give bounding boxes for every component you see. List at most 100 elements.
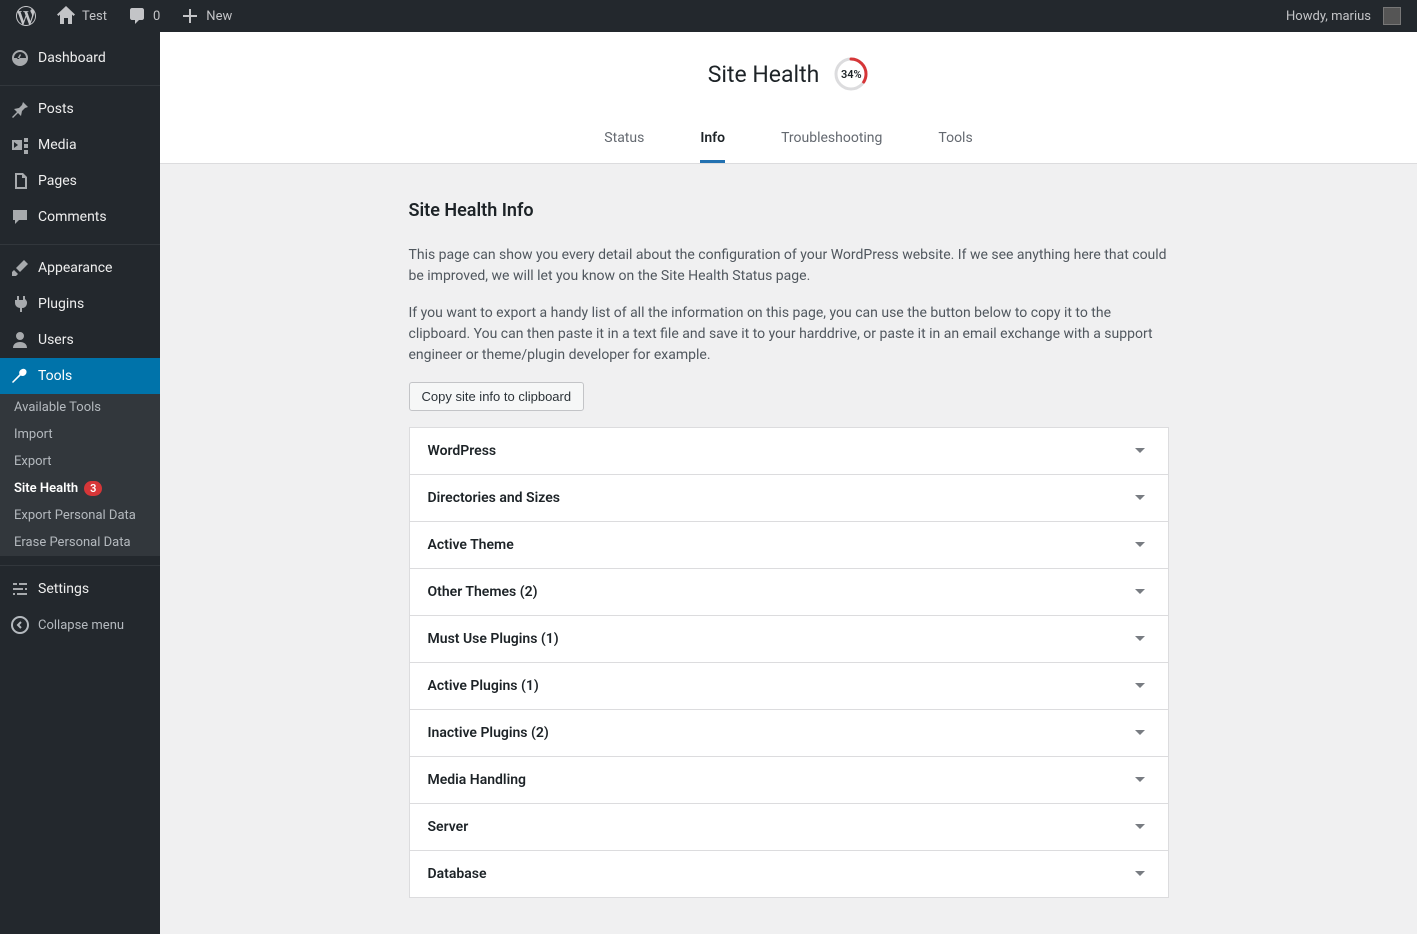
main-content: Site Health 34% Status Info Troubleshoot… — [160, 32, 1417, 934]
accordion-item[interactable]: Other Themes (2) — [410, 569, 1168, 616]
chevron-down-icon — [1130, 441, 1150, 461]
sidebar-item-users[interactable]: Users — [0, 322, 160, 358]
tabs: Status Info Troubleshooting Tools — [160, 120, 1417, 163]
dashboard-icon — [10, 48, 30, 68]
sidebar-label: Media — [38, 137, 77, 153]
chevron-down-icon — [1130, 535, 1150, 555]
tab-info[interactable]: Info — [700, 120, 725, 163]
accordion-title: Server — [428, 819, 469, 835]
chevron-down-icon — [1130, 582, 1150, 602]
submenu-export[interactable]: Export — [0, 448, 160, 475]
info-accordion: WordPress Directories and Sizes Active The… — [409, 427, 1169, 898]
sidebar-item-posts[interactable]: Posts — [0, 91, 160, 127]
site-name-link[interactable]: Test — [48, 0, 115, 32]
sidebar-label: Posts — [38, 101, 74, 117]
accordion-title: Other Themes (2) — [428, 584, 538, 600]
submenu-site-health[interactable]: Site Health 3 — [0, 475, 160, 502]
comment-icon — [10, 207, 30, 227]
sidebar-item-plugins[interactable]: Plugins — [0, 286, 160, 322]
toolbar-right: Howdy, marius — [1278, 0, 1409, 32]
brush-icon — [10, 258, 30, 278]
accordion-title: Inactive Plugins (2) — [428, 725, 549, 741]
progress-text: 34% — [833, 56, 869, 92]
new-label: New — [206, 9, 232, 24]
chevron-down-icon — [1130, 723, 1150, 743]
chevron-down-icon — [1130, 629, 1150, 649]
comments-count: 0 — [153, 9, 160, 24]
pin-icon — [10, 99, 30, 119]
accordion-item[interactable]: Active Plugins (1) — [410, 663, 1168, 710]
wordpress-icon — [16, 6, 36, 26]
accordion-title: Must Use Plugins (1) — [428, 631, 559, 647]
accordion-title: Media Handling — [428, 772, 527, 788]
sidebar-item-comments[interactable]: Comments — [0, 199, 160, 235]
chevron-down-icon — [1130, 488, 1150, 508]
separator — [0, 561, 160, 566]
admin-sidebar: Dashboard Posts Media Pages Comments App… — [0, 32, 160, 934]
collapse-icon — [10, 615, 30, 635]
sidebar-item-appearance[interactable]: Appearance — [0, 250, 160, 286]
accordion-item[interactable]: WordPress — [410, 428, 1168, 475]
media-icon — [10, 135, 30, 155]
sliders-icon — [10, 579, 30, 599]
description-text: This page can show you every detail abou… — [409, 245, 1169, 287]
sidebar-label: Pages — [38, 173, 77, 189]
submenu-import[interactable]: Import — [0, 421, 160, 448]
copy-clipboard-button[interactable]: Copy site info to clipboard — [409, 382, 585, 411]
comment-icon — [127, 6, 147, 26]
sidebar-label: Dashboard — [38, 50, 106, 66]
plus-icon — [180, 6, 200, 26]
home-icon — [56, 6, 76, 26]
user-icon — [10, 330, 30, 350]
chevron-down-icon — [1130, 676, 1150, 696]
accordion-item[interactable]: Media Handling — [410, 757, 1168, 804]
sidebar-label: Settings — [38, 581, 89, 597]
submenu-export-personal[interactable]: Export Personal Data — [0, 502, 160, 529]
accordion-title: Active Plugins (1) — [428, 678, 539, 694]
accordion-item[interactable]: Directories and Sizes — [410, 475, 1168, 522]
sidebar-item-media[interactable]: Media — [0, 127, 160, 163]
sidebar-item-pages[interactable]: Pages — [0, 163, 160, 199]
submenu-available-tools[interactable]: Available Tools — [0, 394, 160, 421]
plug-icon — [10, 294, 30, 314]
page-title: Site Health — [708, 61, 820, 88]
submenu-erase-personal[interactable]: Erase Personal Data — [0, 529, 160, 556]
tab-status[interactable]: Status — [604, 120, 644, 163]
new-content-link[interactable]: New — [172, 0, 240, 32]
main-panel: Site Health Info This page can show you … — [389, 164, 1189, 934]
accordion-title: WordPress — [428, 443, 497, 459]
account-link[interactable]: Howdy, marius — [1278, 0, 1409, 32]
tools-submenu: Available Tools Import Export Site Healt… — [0, 394, 160, 556]
sidebar-item-tools[interactable]: Tools — [0, 358, 160, 394]
howdy-text: Howdy, marius — [1286, 9, 1371, 24]
sidebar-label: Appearance — [38, 260, 112, 276]
accordion-item[interactable]: Database — [410, 851, 1168, 898]
tab-tools[interactable]: Tools — [938, 120, 972, 163]
separator — [0, 240, 160, 245]
sidebar-label: Plugins — [38, 296, 84, 312]
accordion-item[interactable]: Must Use Plugins (1) — [410, 616, 1168, 663]
pages-icon — [10, 171, 30, 191]
accordion-item[interactable]: Inactive Plugins (2) — [410, 710, 1168, 757]
sidebar-label: Users — [38, 332, 74, 348]
accordion-title: Database — [428, 866, 487, 882]
wp-logo[interactable] — [8, 0, 44, 32]
collapse-label: Collapse menu — [38, 618, 124, 633]
section-heading: Site Health Info — [409, 200, 1169, 221]
wrench-icon — [10, 366, 30, 386]
sidebar-item-settings[interactable]: Settings — [0, 571, 160, 607]
progress-indicator: 34% — [833, 56, 869, 92]
accordion-item[interactable]: Server — [410, 804, 1168, 851]
accordion-title: Active Theme — [428, 537, 514, 553]
description-text: If you want to export a handy list of al… — [409, 303, 1169, 366]
accordion-title: Directories and Sizes — [428, 490, 560, 506]
chevron-down-icon — [1130, 770, 1150, 790]
accordion-item[interactable]: Active Theme — [410, 522, 1168, 569]
site-name-text: Test — [82, 9, 107, 24]
sidebar-label: Comments — [38, 209, 107, 225]
tab-troubleshooting[interactable]: Troubleshooting — [781, 120, 882, 163]
comments-link[interactable]: 0 — [119, 0, 168, 32]
sidebar-item-dashboard[interactable]: Dashboard — [0, 40, 160, 76]
toolbar-left: Test 0 New — [8, 0, 240, 32]
collapse-menu[interactable]: Collapse menu — [0, 607, 160, 643]
